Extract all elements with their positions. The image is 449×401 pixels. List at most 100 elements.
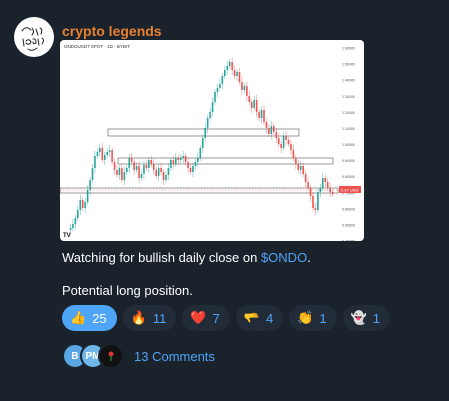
candle-body — [157, 168, 160, 176]
candle-body — [143, 165, 145, 174]
candle-body — [165, 175, 167, 180]
candle-body — [179, 158, 182, 160]
candle-body — [187, 162, 189, 168]
candle-body — [152, 164, 155, 170]
price-axis-label: 0.60000 — [342, 207, 355, 211]
candle-body — [69, 228, 72, 230]
candle-body — [304, 174, 307, 182]
candle-body — [295, 158, 297, 164]
candle-body — [72, 224, 74, 228]
channel-name[interactable]: crypto legends — [62, 23, 162, 39]
reaction-count: 4 — [265, 310, 274, 326]
candle-body — [138, 166, 140, 178]
reaction-heart[interactable]: ❤️ 7 — [182, 305, 230, 331]
support-zone — [60, 187, 339, 194]
reaction-count: 11 — [152, 310, 167, 326]
candle-body — [103, 155, 106, 160]
candle-body — [324, 178, 327, 182]
price-axis-label: 0.40000 — [342, 240, 355, 242]
candle-body — [238, 72, 241, 82]
candle-body — [263, 110, 265, 122]
candle-body — [130, 158, 133, 162]
candle-body — [94, 156, 96, 168]
candle-body — [84, 202, 86, 208]
comments-button[interactable]: B PM 13 Comments — [62, 343, 215, 369]
candle-body — [312, 196, 314, 208]
candle-body — [91, 168, 94, 180]
rose-icon — [108, 351, 114, 361]
candle-body — [155, 170, 157, 176]
candle-body — [268, 128, 270, 134]
candle-body — [243, 86, 246, 90]
reaction-fire[interactable]: 🔥 11 — [122, 305, 177, 331]
candle-body — [258, 112, 260, 118]
tradingview-watermark: TV — [63, 233, 71, 239]
candle-body — [199, 148, 202, 158]
channel-logo-icon — [21, 27, 44, 51]
candle-body — [250, 102, 253, 108]
candle-body — [106, 152, 108, 155]
candle-body — [206, 118, 209, 128]
candle-body — [231, 62, 233, 70]
candle-body — [116, 170, 118, 175]
chart-header: ONDOUSDT SPOT · 1D · BYBIT — [64, 44, 130, 49]
price-axis-label: 1.60000 — [342, 47, 355, 51]
price-axis-label: 1.20000 — [342, 111, 355, 115]
reactions-bar: 👍 25 🔥 11 ❤️ 7 🫳 4 👏 1 👻 1 — [62, 305, 391, 331]
fire-icon: 🔥 — [130, 310, 147, 326]
candle-body — [133, 162, 135, 170]
price-axis-label: 0.90000 — [342, 159, 355, 163]
reaction-ghost[interactable]: 👻 1 — [342, 305, 391, 331]
candle-body — [285, 136, 287, 140]
channel-avatar[interactable] — [14, 17, 54, 57]
candle-body — [260, 110, 263, 118]
candle-body — [322, 178, 324, 188]
candle-body — [101, 148, 104, 160]
candle-body — [194, 162, 197, 166]
candle-body — [175, 158, 177, 164]
candle-body — [148, 160, 150, 168]
reaction-thumbs-up[interactable]: 👍 25 — [62, 305, 117, 331]
ticker-link[interactable]: $ONDO — [261, 250, 307, 265]
reaction-count: 7 — [212, 310, 220, 326]
price-axis-label: 0.50000 — [342, 223, 355, 227]
candle-body — [167, 168, 170, 175]
candle-body — [160, 168, 162, 172]
post-text-prefix: Watching for bullish daily close on — [62, 250, 261, 265]
candle-body — [77, 210, 79, 218]
candle-body — [201, 138, 204, 148]
candle-body — [172, 160, 175, 164]
candle-body — [135, 166, 138, 170]
candle-body — [319, 188, 322, 192]
ghost-icon: 👻 — [350, 310, 367, 326]
price-axis-label: 1.40000 — [342, 79, 355, 83]
candle-body — [162, 172, 165, 180]
candle-body — [287, 140, 290, 144]
reaction-clap[interactable]: 👏 1 — [289, 305, 337, 331]
candle-body — [309, 188, 312, 196]
resistance-zone-1 — [107, 128, 300, 137]
candle-body — [253, 100, 255, 108]
reaction-count: 25 — [92, 310, 107, 326]
chart-screenshot[interactable]: ONDOUSDT SPOT · 1D · BYBIT 1.60000 1.5000… — [60, 40, 364, 241]
candle-body — [145, 165, 148, 168]
candle-body — [170, 160, 172, 168]
price-axis-label: 1.10000 — [342, 127, 355, 131]
candle-body — [108, 150, 111, 152]
candle-body — [299, 166, 302, 170]
candle-body — [216, 88, 219, 92]
candle-body — [209, 112, 211, 118]
candle-body — [128, 158, 131, 168]
comments-count[interactable]: 13 Comments — [134, 349, 215, 364]
candle-body — [204, 128, 206, 138]
candle-body — [236, 72, 238, 76]
reaction-palm[interactable]: 🫳 4 — [235, 305, 284, 331]
clap-icon: 👏 — [297, 310, 314, 326]
candle-body — [282, 136, 285, 148]
candle-body — [241, 82, 243, 90]
candle-body — [89, 180, 91, 190]
candle-body — [248, 96, 251, 102]
candle-body — [150, 160, 153, 164]
thumbs-up-icon: 👍 — [70, 310, 87, 326]
candle-body — [275, 132, 278, 138]
